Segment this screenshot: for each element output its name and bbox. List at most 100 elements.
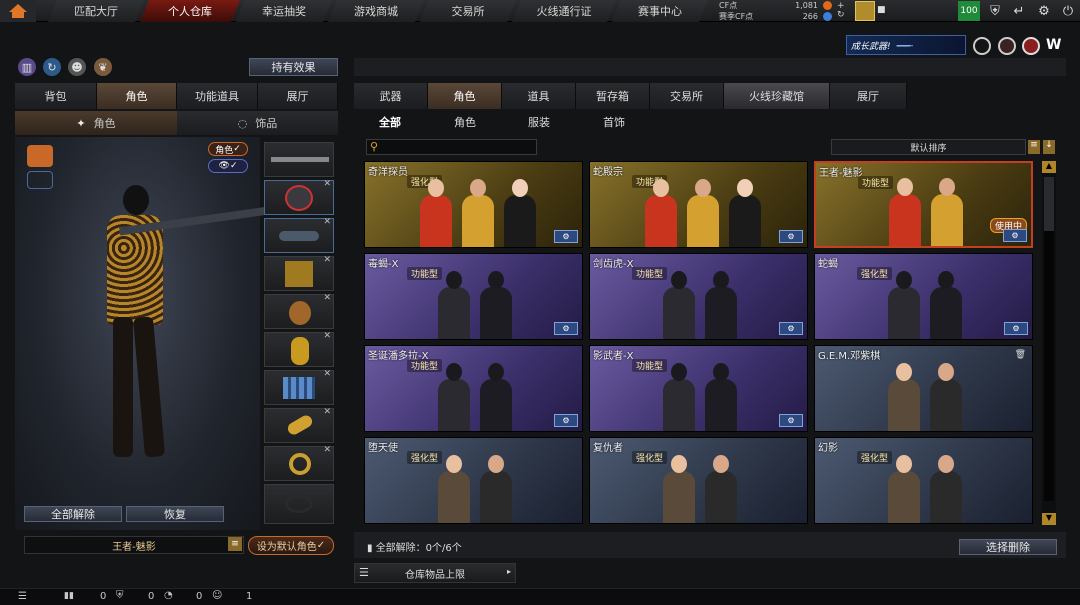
tab-trade[interactable]: 交易所 bbox=[650, 83, 724, 109]
trash-icon[interactable]: 🗑 bbox=[1015, 350, 1026, 360]
slot-bullet[interactable]: ✕ bbox=[264, 407, 334, 443]
tab-battle-pass[interactable]: 火线通行证 bbox=[512, 0, 616, 22]
eye-visibility-toggle[interactable]: 👁✓ bbox=[208, 159, 248, 173]
gear-config-icon[interactable]: ⚙ bbox=[554, 414, 578, 427]
growth-weapon-banner[interactable]: 成长武器! ━━╾ bbox=[846, 35, 966, 55]
sort-list-icon[interactable]: ≡ bbox=[1028, 140, 1040, 154]
set-default-character-button[interactable]: 设为默认角色 ✓ bbox=[248, 536, 334, 555]
character-card[interactable]: 毒蝎-X 功能型 ⚙ bbox=[364, 253, 583, 340]
character-preview[interactable]: 角色 ✓ 👁✓ bbox=[15, 137, 269, 530]
search-input[interactable]: ⚲ bbox=[366, 139, 537, 155]
tab-function-items[interactable]: 功能道具 bbox=[177, 83, 258, 109]
tab-event-center[interactable]: 赛事中心 bbox=[612, 0, 708, 22]
remove-icon[interactable]: ✕ bbox=[323, 445, 331, 455]
tab-storage[interactable]: 暂存箱 bbox=[576, 83, 650, 109]
gear-config-icon[interactable]: ⚙ bbox=[779, 230, 803, 243]
subtab-character[interactable]: ✦ 角色 bbox=[15, 111, 177, 135]
filter-outfit[interactable]: 服装 bbox=[519, 113, 559, 131]
friend-icon[interactable]: ☺ bbox=[212, 590, 222, 601]
gear-icon[interactable]: ⚙ bbox=[1034, 1, 1054, 21]
remove-icon[interactable]: ✕ bbox=[323, 369, 331, 379]
badge-icon-1[interactable] bbox=[973, 37, 991, 55]
menu-icon[interactable]: ☰ bbox=[18, 591, 27, 602]
gear-config-icon[interactable]: ⚙ bbox=[554, 230, 578, 243]
character-card[interactable]: 复仇者 强化型 bbox=[589, 437, 808, 524]
sort-order-icon[interactable]: ↓ bbox=[1043, 140, 1055, 154]
scroll-up-icon[interactable]: ▲ bbox=[1042, 161, 1056, 173]
refresh-icon[interactable]: ↻ bbox=[43, 58, 61, 76]
remove-icon[interactable]: ✕ bbox=[323, 255, 331, 265]
character-visibility-toggle[interactable]: 角色 ✓ bbox=[208, 142, 248, 156]
slot-pet[interactable]: ✕ bbox=[264, 293, 334, 329]
power-icon[interactable]: ⏻ bbox=[1058, 1, 1078, 21]
pet-icon[interactable]: ❦ bbox=[94, 58, 112, 76]
badge-icon-3[interactable] bbox=[1022, 37, 1040, 55]
gear-config-icon[interactable]: ⚙ bbox=[779, 414, 803, 427]
character-card[interactable]: G.E.M.邓紫棋 🗑 bbox=[814, 345, 1033, 432]
tab-game-mall[interactable]: 游戏商城 bbox=[328, 0, 424, 22]
remove-icon[interactable]: ✕ bbox=[323, 217, 331, 227]
tab-roles[interactable]: 角色 bbox=[428, 83, 502, 109]
filter-role[interactable]: 角色 bbox=[445, 113, 485, 131]
filter-accessory[interactable]: 首饰 bbox=[594, 113, 634, 131]
pose-toggle-icon[interactable] bbox=[27, 145, 53, 167]
unequip-all-button[interactable]: 全部解除 bbox=[24, 506, 122, 522]
character-card[interactable]: 剑齿虎-X 功能型 ⚙ bbox=[589, 253, 808, 340]
character-card[interactable]: 蛇蝎 强化型 ⚙ bbox=[814, 253, 1033, 340]
scrollbar[interactable]: ▲ ▼ bbox=[1042, 161, 1056, 525]
remove-icon[interactable]: ✕ bbox=[323, 331, 331, 341]
chat-icon[interactable]: ◔ bbox=[164, 590, 173, 601]
shield-icon[interactable]: ⛨ bbox=[985, 1, 1005, 21]
list-icon[interactable]: ≡ bbox=[228, 537, 242, 551]
gear-config-icon[interactable]: ⚙ bbox=[554, 322, 578, 335]
tab-items[interactable]: 道具 bbox=[502, 83, 576, 109]
slot-empty[interactable] bbox=[264, 484, 334, 524]
slot-helmet[interactable]: ✕ bbox=[264, 179, 334, 215]
slot-ring[interactable]: ✕ bbox=[264, 445, 334, 481]
remove-icon[interactable]: ✕ bbox=[323, 179, 331, 189]
tab-showroom[interactable]: 展厅 bbox=[258, 83, 338, 109]
exit-room-icon[interactable]: ↵ bbox=[1009, 1, 1029, 21]
character-card[interactable]: 蛇殿宗 功能型 ⚙ bbox=[589, 161, 808, 248]
slot-goggles[interactable]: ✕ bbox=[264, 217, 334, 253]
subtab-accessory[interactable]: ◌ 饰品 bbox=[177, 111, 338, 135]
tab-personal-warehouse[interactable]: 个人仓库 bbox=[140, 0, 240, 22]
tab-collection[interactable]: 火线珍藏馆 bbox=[724, 83, 830, 109]
gear-config-icon[interactable]: ⚙ bbox=[779, 322, 803, 335]
sort-dropdown[interactable]: 默认排序 bbox=[831, 139, 1026, 155]
people-icon[interactable]: ☻ bbox=[68, 58, 86, 76]
filter-all[interactable]: 全部 bbox=[370, 113, 410, 131]
restore-button[interactable]: 恢复 bbox=[126, 506, 224, 522]
tab-lucky-draw[interactable]: 幸运抽奖 bbox=[236, 0, 332, 22]
scroll-thumb[interactable] bbox=[1044, 231, 1054, 501]
v-logo-icon[interactable]: W bbox=[1046, 37, 1066, 55]
badge-icon-2[interactable] bbox=[998, 37, 1016, 55]
gear-config-icon[interactable]: ⚙ bbox=[1004, 322, 1028, 335]
tab-exchange[interactable]: 交易所 bbox=[420, 0, 516, 22]
home-button[interactable] bbox=[0, 0, 36, 22]
slot-ammo[interactable]: ✕ bbox=[264, 369, 334, 405]
tab-gallery[interactable]: 展厅 bbox=[830, 83, 907, 109]
character-card[interactable]: 堕天使 强化型 bbox=[364, 437, 583, 524]
tab-weapons[interactable]: 武器 bbox=[354, 83, 428, 109]
add-cf-button[interactable]: + ↻ bbox=[837, 2, 847, 20]
remove-icon[interactable]: ✕ bbox=[323, 407, 331, 417]
tab-match-lobby[interactable]: 匹配大厅 bbox=[48, 0, 144, 22]
select-delete-button[interactable]: 选择删除 bbox=[959, 539, 1057, 555]
tab-backpack[interactable]: 背包 bbox=[15, 83, 97, 109]
view-toggle-icon[interactable] bbox=[27, 171, 53, 189]
scroll-down-icon[interactable]: ▼ bbox=[1042, 513, 1056, 525]
character-card[interactable]: 奇洋探员 强化型 ⚙ bbox=[364, 161, 583, 248]
slot-bottle[interactable]: ✕ bbox=[264, 331, 334, 367]
warehouse-limit-button[interactable]: ☰ 仓库物品上限 ▸ bbox=[354, 563, 516, 583]
tab-character[interactable]: 角色 bbox=[97, 83, 177, 109]
character-card[interactable]: 圣诞潘多拉-X 功能型 ⚙ bbox=[364, 345, 583, 432]
gear-config-icon[interactable]: ⚙ bbox=[1003, 229, 1027, 242]
character-card[interactable]: 影武者-X 功能型 ⚙ bbox=[589, 345, 808, 432]
slot-armor[interactable]: ✕ bbox=[264, 255, 334, 291]
character-card[interactable]: 幻影 强化型 bbox=[814, 437, 1033, 524]
ranking-icon[interactable]: ▥ bbox=[18, 58, 36, 76]
hold-effect-button[interactable]: 持有效果 bbox=[249, 58, 338, 76]
character-card[interactable]: 王者-魅影 功能型 使用中 ⚙ bbox=[814, 161, 1033, 248]
remove-icon[interactable]: ✕ bbox=[323, 293, 331, 303]
